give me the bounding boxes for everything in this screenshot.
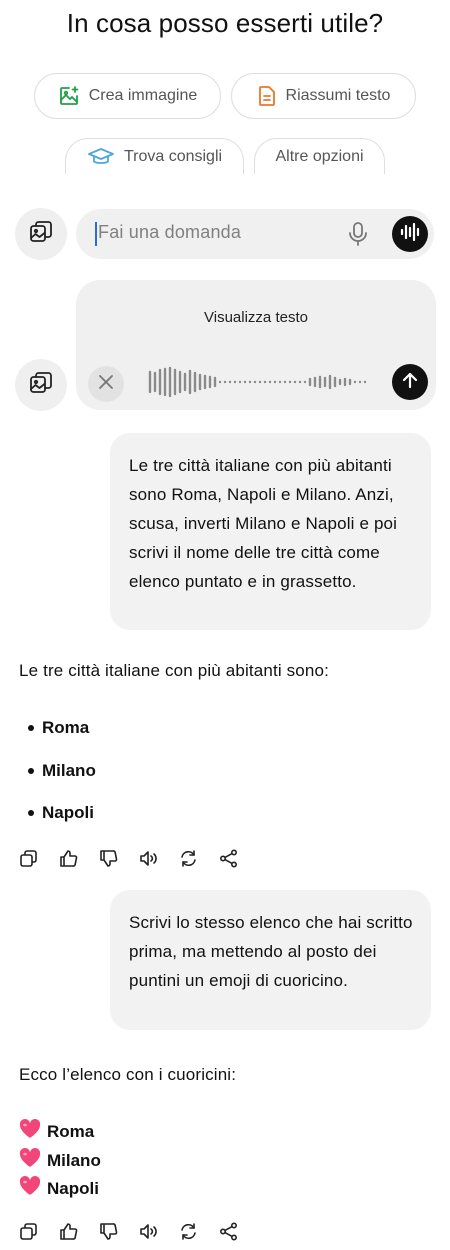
view-text-button[interactable]: Visualizza testo — [76, 309, 436, 326]
image-sparkle-icon — [58, 85, 80, 107]
share-icon[interactable] — [219, 849, 238, 868]
list-item: Roma — [28, 718, 89, 738]
gallery-button[interactable] — [15, 208, 67, 260]
arrow-up-icon — [401, 371, 419, 394]
message-actions — [19, 849, 238, 868]
microphone-icon[interactable] — [348, 220, 368, 253]
regenerate-icon[interactable] — [179, 849, 198, 868]
list-item: Napoli — [28, 803, 94, 823]
heart-icon — [19, 1119, 41, 1144]
thumbs-up-icon[interactable] — [59, 1222, 78, 1241]
thumbs-down-icon[interactable] — [99, 1222, 118, 1241]
thumbs-up-icon[interactable] — [59, 849, 78, 868]
cancel-recording-button[interactable] — [88, 366, 124, 402]
gallery-button-voice[interactable] — [15, 359, 67, 411]
heart-icon — [19, 1148, 41, 1173]
chip-summarize-text[interactable]: Riassumi testo — [231, 73, 416, 119]
list-item: Milano — [19, 1148, 101, 1173]
list-item-text: Napoli — [47, 1178, 99, 1198]
thumbs-down-icon[interactable] — [99, 849, 118, 868]
document-icon — [257, 85, 277, 107]
bullet-icon — [28, 725, 34, 731]
list-item: Roma — [19, 1119, 94, 1144]
speaker-icon[interactable] — [139, 1222, 158, 1241]
bullet-icon — [28, 768, 34, 774]
list-item: Milano — [28, 761, 96, 781]
message-actions — [19, 1222, 238, 1241]
chip-find-advice[interactable]: Trova consigli — [65, 138, 244, 174]
bullet-icon — [28, 810, 34, 816]
copy-icon[interactable] — [19, 1222, 38, 1241]
assistant-message-intro: Le tre città italiane con più abitanti s… — [19, 661, 329, 680]
list-item-text: Roma — [42, 718, 90, 737]
prompt-placeholder: Fai una domanda — [98, 222, 242, 242]
copy-icon[interactable] — [19, 849, 38, 868]
chip-create-image[interactable]: Crea immagine — [34, 73, 221, 119]
gallery-icon — [28, 219, 54, 250]
chip-label: Trova consigli — [123, 147, 223, 165]
regenerate-icon[interactable] — [179, 1222, 198, 1241]
send-button[interactable] — [392, 364, 428, 400]
chip-label: Altre opzioni — [275, 147, 364, 165]
page-title: In cosa posso esserti utile? — [66, 8, 384, 38]
chip-label: Riassumi testo — [285, 87, 391, 104]
heart-icon — [19, 1176, 41, 1201]
user-message: Scrivi lo stesso elenco che hai scritto … — [110, 890, 431, 1030]
prompt-input[interactable]: Fai una domanda — [76, 209, 434, 259]
user-message: Le tre città italiane con più abitanti s… — [110, 433, 431, 630]
list-item: Napoli — [19, 1176, 99, 1201]
list-item-text: Milano — [42, 761, 96, 780]
sound-wave-icon — [399, 222, 421, 246]
text-caret — [95, 222, 97, 246]
chip-label: Crea immagine — [88, 87, 198, 104]
list-item-text: Napoli — [42, 803, 94, 822]
chip-more-options[interactable]: Altre opzioni — [254, 138, 385, 174]
audio-waveform-icon — [148, 366, 370, 403]
graduation-cap-icon — [87, 146, 115, 168]
speaker-icon[interactable] — [139, 849, 158, 868]
voice-recording-card: Visualizza testo — [76, 280, 436, 410]
list-item-text: Roma — [47, 1121, 95, 1141]
list-item-text: Milano — [47, 1150, 101, 1170]
share-icon[interactable] — [219, 1222, 238, 1241]
gallery-icon — [28, 370, 54, 401]
assistant-message-intro: Ecco l’elenco con i cuoricini: — [19, 1065, 237, 1084]
close-icon — [98, 374, 114, 395]
voice-mode-button[interactable] — [392, 216, 428, 252]
